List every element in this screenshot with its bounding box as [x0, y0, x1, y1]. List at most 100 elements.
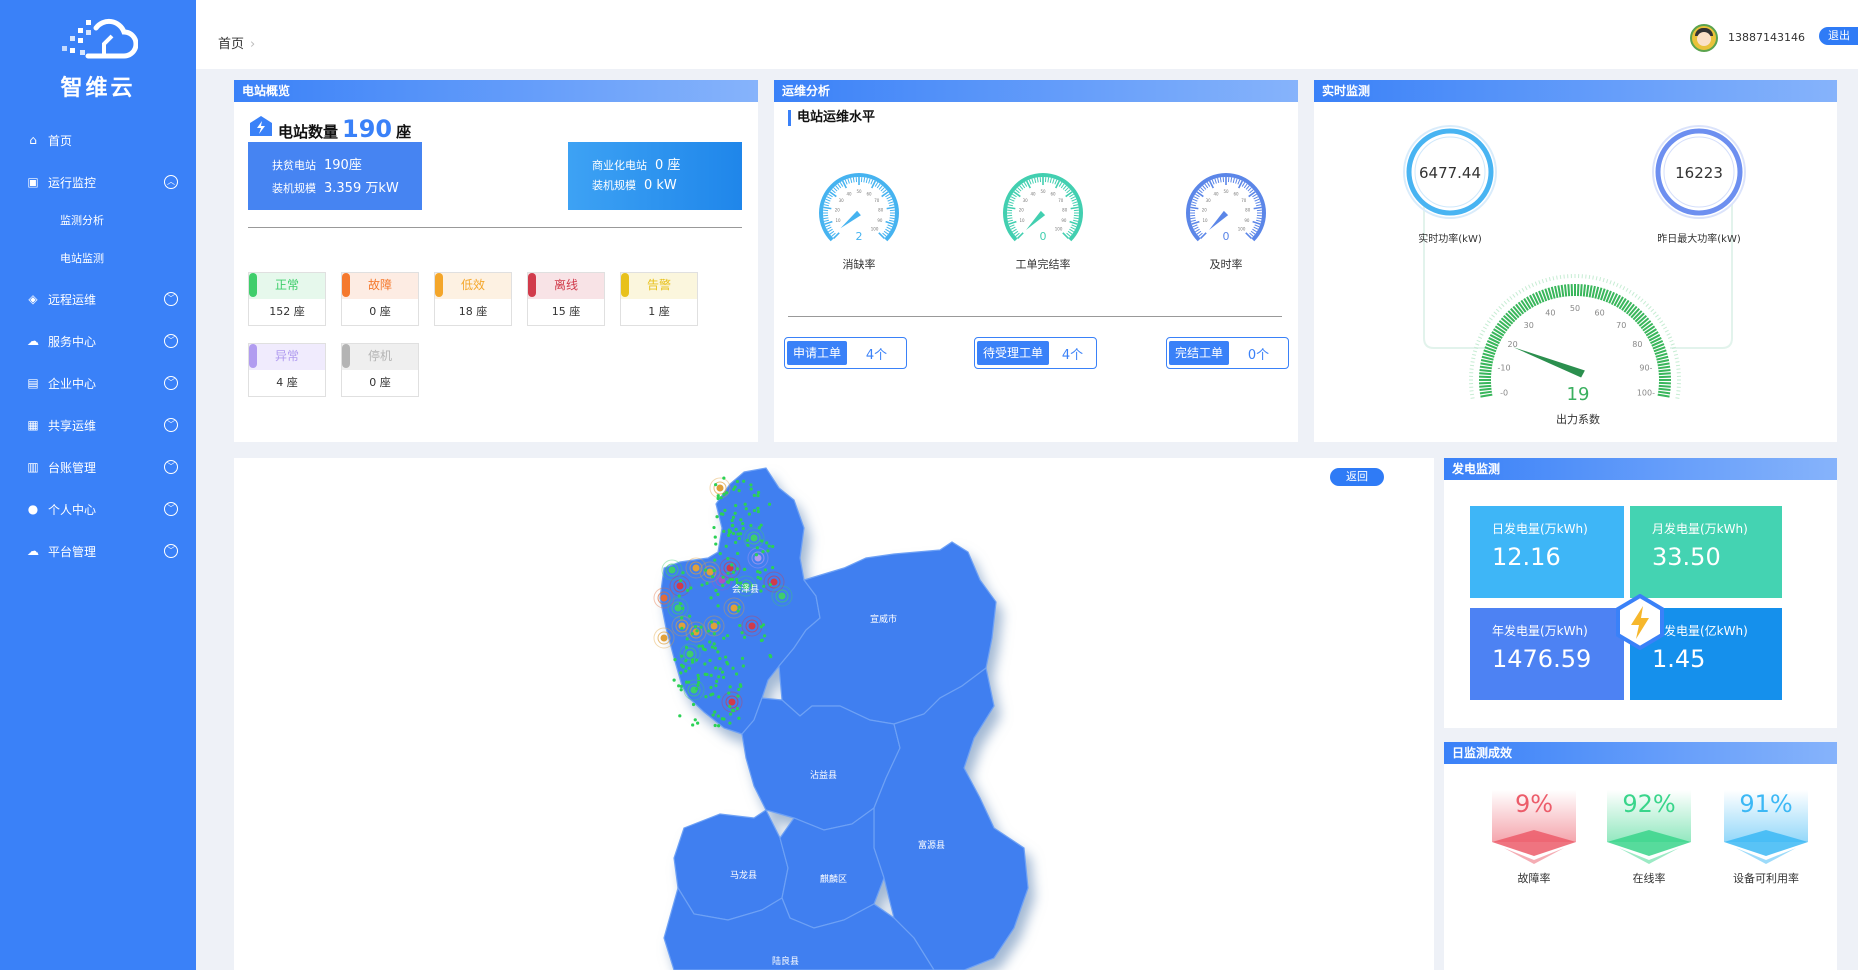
station-point	[713, 646, 717, 650]
sidebar-item-label: 首页	[48, 133, 73, 148]
sidebar-item-ledger[interactable]: ▥ 台账管理 ﹀	[0, 452, 196, 482]
station-point	[710, 645, 714, 649]
gauge-tick	[1007, 217, 1013, 220]
sidebar-item-home[interactable]: ⌂ 首页	[0, 125, 196, 155]
map-label-luliang: 陆良县	[772, 955, 799, 966]
station-point	[717, 675, 721, 679]
status-card[interactable]: 正常 152 座	[248, 272, 326, 326]
sidebar-item-personal[interactable]: ● 个人中心 ﹀	[0, 494, 196, 524]
chevron-down-icon: ﹀	[164, 460, 178, 474]
status-count: 4 座	[276, 376, 298, 389]
status-card[interactable]: 告警 1 座	[620, 272, 698, 326]
monitor-icon: ▣	[27, 175, 39, 189]
sidebar-item-enterprise[interactable]: ▤ 企业中心 ﹀	[0, 368, 196, 398]
map-back-button[interactable]: 返回	[1330, 468, 1384, 486]
status-card[interactable]: 故障 0 座	[341, 272, 419, 326]
station-point	[685, 637, 689, 641]
gauge-tick-label: 90	[1244, 218, 1250, 223]
avatar[interactable]	[1690, 24, 1718, 52]
region-map: 会泽县 宣威市 沾益县 富源县 马龙县 麒麟区 陆良县	[653, 467, 1029, 970]
station-point	[736, 532, 740, 536]
gauge-tick	[1206, 182, 1211, 187]
divider	[248, 227, 742, 228]
station-point	[759, 638, 764, 643]
gauge-tick-label: 20	[835, 208, 841, 213]
gauge-tick	[868, 178, 871, 184]
commercial-station-card[interactable]: 商业化电站 0 座 装机规模 0 kW	[568, 142, 742, 210]
chevron-down-icon: ﹀	[164, 502, 178, 516]
station-point	[708, 658, 712, 663]
station-point	[721, 584, 725, 588]
factor-tick	[1656, 355, 1669, 361]
station-point	[721, 575, 725, 579]
gauge-tick	[1198, 232, 1203, 237]
sidebar-subitem-analysis[interactable]: 监测分析	[60, 212, 104, 228]
sidebar: 智维云 ⌂ 首页 ▣ 运行监控 ︿ 监测分析 电站监测 ◈ 远程运维 ﹀ ☁ 服…	[0, 0, 196, 970]
work-order-pending[interactable]: 待受理工单 4个	[974, 337, 1097, 369]
sidebar-subitem-station[interactable]: 电站监测	[60, 250, 104, 266]
gauge-tick-label: 60	[866, 191, 872, 196]
factor-outer-tick	[1534, 281, 1538, 286]
gauge-tick	[1070, 226, 1076, 230]
station-point	[691, 723, 695, 727]
factor-outer-tick	[1619, 284, 1622, 289]
gauge-tick	[828, 228, 833, 233]
sidebar-item-run-monitor[interactable]: ▣ 运行监控 ︿	[0, 167, 196, 197]
gauge-tick	[1254, 198, 1260, 202]
station-point	[734, 672, 739, 676]
gauge-tick	[885, 220, 894, 225]
station-point	[739, 518, 743, 522]
station-point	[756, 570, 760, 574]
status-count: 18 座	[458, 305, 488, 318]
realtime-panel: 实时监测 -0 -10 20 30 40 50 60 70 80 90- 100- 6477.44 …	[1314, 80, 1837, 442]
status-card[interactable]: 停机 0 座	[341, 343, 419, 397]
gauge-tick	[882, 232, 887, 237]
station-point	[713, 710, 717, 714]
sidebar-item-share-om[interactable]: ▦ 共享运维 ﹀	[0, 410, 196, 440]
gauge-tick	[888, 201, 894, 204]
work-order-done[interactable]: 完结工单 0个	[1166, 337, 1289, 369]
status-card[interactable]: 低效 18 座	[434, 272, 512, 326]
station-point	[680, 616, 684, 620]
sidebar-item-service[interactable]: ☁ 服务中心 ﹀	[0, 326, 196, 356]
station-point	[684, 645, 689, 649]
station-point	[763, 568, 767, 572]
factor-outer-tick	[1666, 333, 1671, 336]
work-order-value: 4个	[865, 347, 888, 363]
status-card[interactable]: 异常 4 座	[248, 343, 326, 397]
chevron-down-icon: ﹀	[164, 292, 178, 306]
breadcrumb-home[interactable]: 首页	[218, 37, 244, 52]
station-point	[679, 688, 683, 692]
panel-title: 电站概览	[234, 80, 758, 102]
station-point	[747, 512, 751, 516]
factor-outer-tick	[1538, 280, 1541, 285]
power-card[interactable]: 日发电量(万kWh) 12.16	[1470, 506, 1624, 598]
poverty-station-card[interactable]: 扶贫电站 190座 装机规模 3.359 万kW	[248, 142, 422, 210]
factor-tick	[1567, 284, 1571, 297]
station-point	[679, 684, 683, 688]
power-card-label: 总发电量(亿kWh)	[1652, 624, 1748, 638]
gauge-tick	[1015, 189, 1020, 194]
factor-tick	[1658, 387, 1671, 392]
work-order-apply[interactable]: 申请工单 4个	[784, 337, 907, 369]
station-point	[717, 695, 721, 699]
gauge-tick	[1031, 178, 1034, 184]
gauge-tick	[889, 204, 895, 207]
power-card[interactable]: 月发电量(万kWh) 33.50	[1630, 506, 1782, 598]
station-point	[716, 496, 720, 501]
station-marker	[730, 604, 738, 612]
factor-outer-tick	[1659, 320, 1664, 324]
power-card[interactable]: 年发电量(万kWh) 1476.59	[1470, 608, 1624, 700]
station-point	[742, 479, 746, 483]
gauge-tick	[883, 230, 889, 235]
logout-button[interactable]: 退出	[1819, 27, 1858, 45]
sidebar-item-remote-om[interactable]: ◈ 远程运维 ﹀	[0, 284, 196, 314]
station-point	[706, 629, 711, 633]
status-card[interactable]: 离线 15 座	[527, 272, 605, 326]
station-point	[767, 502, 772, 506]
station-point	[737, 687, 741, 692]
enterprise-icon: ▤	[27, 376, 39, 390]
factor-outer-tick	[1506, 298, 1510, 303]
station-point	[710, 575, 715, 579]
sidebar-item-platform[interactable]: ☁ 平台管理 ﹀	[0, 536, 196, 566]
